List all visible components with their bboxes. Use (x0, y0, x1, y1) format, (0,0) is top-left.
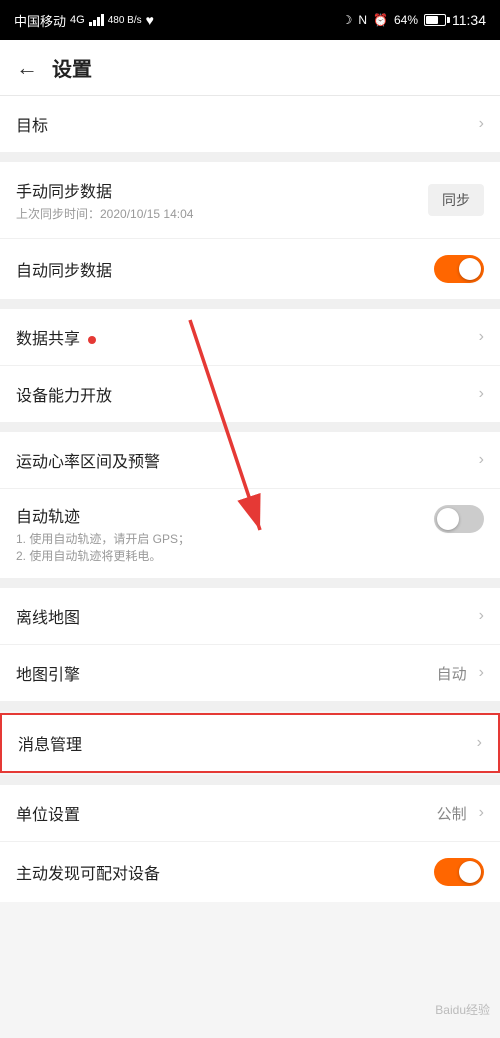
data-share-item[interactable]: 数据共享 › (0, 309, 500, 366)
section-divider-5 (0, 701, 500, 711)
battery-percent: 64% (394, 13, 418, 27)
toggle-thumb (459, 258, 481, 280)
goal-label: 目标 (16, 112, 479, 136)
auto-track-label: 自动轨迹 (16, 503, 434, 527)
time-label: 11:34 (452, 12, 486, 28)
auto-discover-label: 主动发现可配对设备 (16, 860, 434, 884)
heart-zone-item[interactable]: 运动心率区间及预警 › (0, 432, 500, 489)
offline-map-item[interactable]: 离线地图 › (0, 588, 500, 645)
chevron-icon: › (477, 734, 482, 752)
auto-sync-item[interactable]: 自动同步数据 (0, 239, 500, 299)
carrier-label: 中国移动 (14, 11, 66, 30)
unit-setting-item[interactable]: 单位设置 公制 › (0, 785, 500, 842)
speed-label: 480 B/s (108, 15, 142, 26)
heart-icon: ♥ (146, 12, 154, 28)
section-divider-3 (0, 422, 500, 432)
toggle-thumb (459, 861, 481, 883)
auto-track-sub: 1. 使用自动轨迹，请开启 GPS；2. 使用自动轨迹将更耗电。 (16, 530, 434, 564)
auto-sync-toggle[interactable] (434, 255, 484, 283)
manual-sync-label: 手动同步数据 (16, 178, 428, 202)
status-left: 中国移动 4G 480 B/s ♥ (14, 11, 154, 30)
chevron-icon: › (479, 328, 484, 346)
section-unit: 单位设置 公制 › 主动发现可配对设备 (0, 785, 500, 902)
heart-zone-label: 运动心率区间及预警 (16, 448, 479, 472)
manual-sync-sub: 上次同步时间：2020/10/15 14:04 (16, 205, 428, 222)
device-ability-label: 设备能力开放 (16, 382, 479, 406)
map-engine-label: 地图引擎 (16, 661, 437, 685)
section-message: 消息管理 › (0, 713, 500, 773)
device-ability-item[interactable]: 设备能力开放 › (0, 366, 500, 422)
goal-item[interactable]: 目标 › (0, 96, 500, 152)
map-engine-item[interactable]: 地图引擎 自动 › (0, 645, 500, 701)
msg-manage-item[interactable]: 消息管理 › (2, 715, 498, 771)
chevron-icon: › (479, 804, 484, 822)
network-label: 4G (70, 14, 85, 26)
auto-discover-item[interactable]: 主动发现可配对设备 (0, 842, 500, 902)
section-sport: 运动心率区间及预警 › 自动轨迹 1. 使用自动轨迹，请开启 GPS；2. 使用… (0, 432, 500, 578)
data-share-label: 数据共享 (16, 325, 479, 349)
section-divider-2 (0, 299, 500, 309)
auto-sync-label: 自动同步数据 (16, 257, 434, 281)
battery-icon (424, 14, 446, 26)
header: ← 设置 (0, 40, 500, 96)
chevron-icon: › (479, 664, 484, 682)
page-title: 设置 (52, 53, 92, 82)
offline-map-label: 离线地图 (16, 604, 479, 628)
signal-icon (89, 14, 104, 26)
auto-track-toggle[interactable] (434, 505, 484, 533)
section-map: 离线地图 › 地图引擎 自动 › (0, 588, 500, 701)
settings-content: 目标 › 手动同步数据 上次同步时间：2020/10/15 14:04 同步 自… (0, 96, 500, 1038)
sync-button[interactable]: 同步 (428, 184, 484, 216)
msg-manage-label: 消息管理 (18, 731, 477, 755)
red-dot-icon (88, 336, 96, 344)
unit-setting-label: 单位设置 (16, 801, 437, 825)
section-divider-1 (0, 152, 500, 162)
section-sync: 手动同步数据 上次同步时间：2020/10/15 14:04 同步 自动同步数据 (0, 162, 500, 299)
unit-setting-value: 公制 (437, 803, 467, 824)
status-right: ☽ N ⏰ 64% 11:34 (342, 12, 486, 28)
section-divider-4 (0, 578, 500, 588)
dnd-icon: ☽ (342, 13, 353, 27)
watermark: Baidu经验 (435, 1001, 490, 1018)
section-data: 数据共享 › 设备能力开放 › (0, 309, 500, 422)
chevron-icon: › (479, 451, 484, 469)
chevron-icon: › (479, 607, 484, 625)
toggle-thumb (437, 508, 459, 530)
section-divider-6 (0, 775, 500, 785)
section-target: 目标 › (0, 96, 500, 152)
auto-track-item[interactable]: 自动轨迹 1. 使用自动轨迹，请开启 GPS；2. 使用自动轨迹将更耗电。 (0, 489, 500, 578)
clock-icon: ⏰ (373, 13, 388, 27)
chevron-icon: › (479, 115, 484, 133)
back-button[interactable]: ← (16, 55, 38, 81)
map-engine-value: 自动 (437, 663, 467, 684)
status-bar: 中国移动 4G 480 B/s ♥ ☽ N ⏰ 64% 11:34 (0, 0, 500, 40)
auto-discover-toggle[interactable] (434, 858, 484, 886)
chevron-icon: › (479, 385, 484, 403)
notification-icon: N (358, 13, 367, 27)
manual-sync-item[interactable]: 手动同步数据 上次同步时间：2020/10/15 14:04 同步 (0, 162, 500, 239)
